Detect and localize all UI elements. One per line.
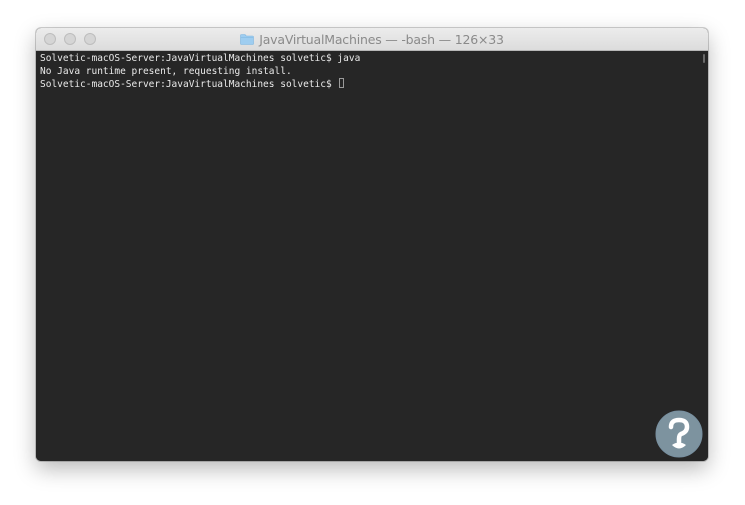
solvetic-logo — [655, 410, 703, 458]
terminal-output[interactable]: Solvetic-macOS-Server:JavaVirtualMachine… — [36, 51, 708, 461]
terminal-prompt: Solvetic-macOS-Server:JavaVirtualMachine… — [40, 79, 338, 90]
title-bar[interactable]: JavaVirtualMachines — -bash — 126×33 — [36, 28, 708, 51]
window-title: JavaVirtualMachines — -bash — 126×33 — [259, 31, 504, 47]
window-title-group: JavaVirtualMachines — -bash — 126×33 — [36, 28, 708, 50]
scrollbar[interactable] — [703, 54, 705, 63]
terminal-window: JavaVirtualMachines — -bash — 126×33 Sol… — [36, 28, 708, 461]
terminal-line: Solvetic-macOS-Server:JavaVirtualMachine… — [40, 53, 361, 64]
folder-icon — [240, 33, 255, 45]
terminal-line: No Java runtime present, requesting inst… — [40, 65, 292, 77]
cursor-icon — [339, 78, 345, 88]
terminal-prompt-line: Solvetic-macOS-Server:JavaVirtualMachine… — [40, 78, 704, 91]
